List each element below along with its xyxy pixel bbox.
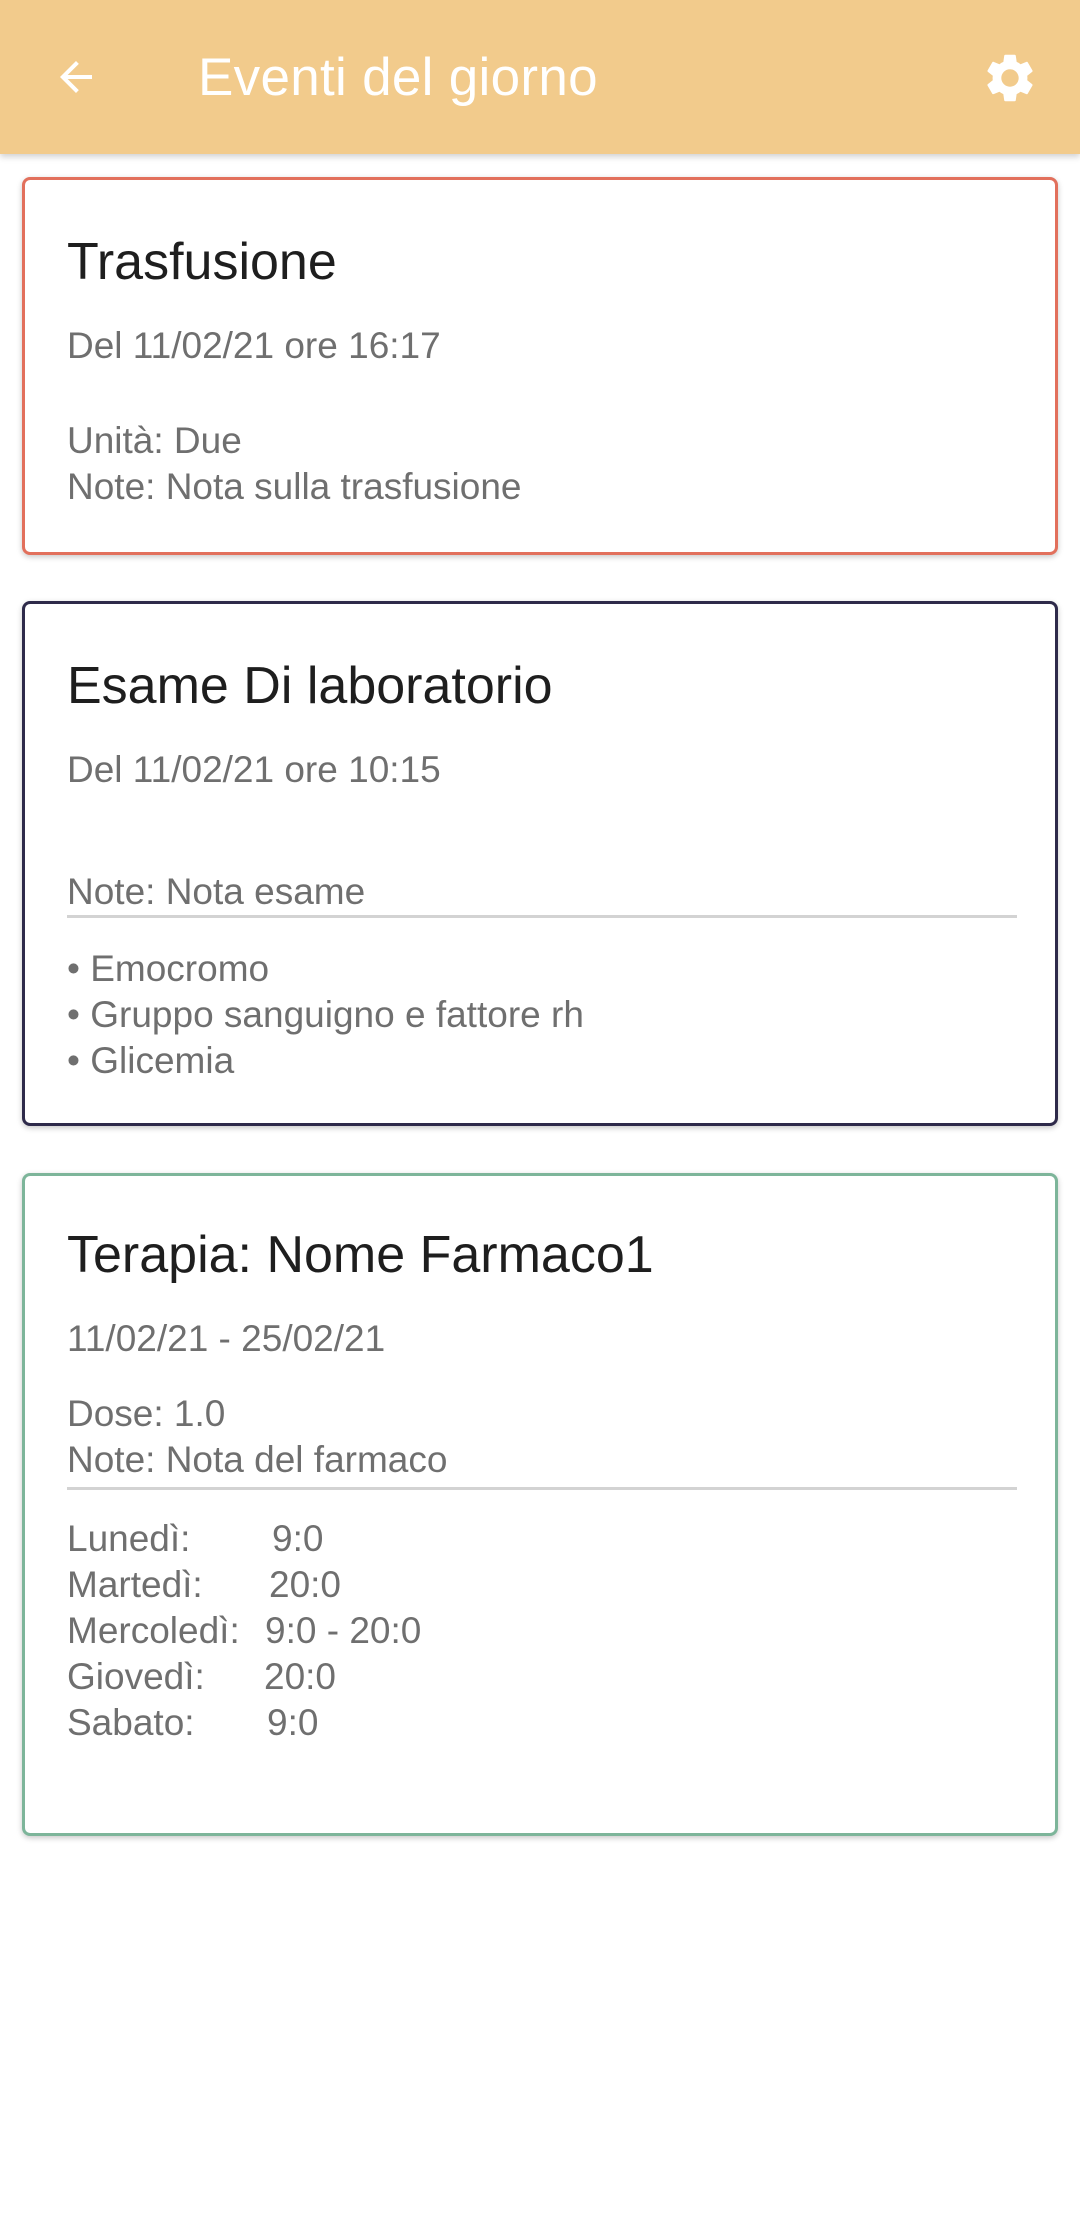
event-date: Del 11/02/21 ore 10:15 [67, 749, 441, 790]
arrow-back-icon [60, 61, 92, 93]
schedule-time: 20:0 [264, 1656, 337, 1697]
schedule-row: Giovedì: 20:0 [67, 1654, 967, 1700]
lab-exam-card[interactable]: Esame Di laboratorio Del 11/02/21 ore 10… [22, 601, 1058, 1126]
exam-note: Note: Nota esame [67, 871, 366, 912]
schedule-day: Mercoledì: [67, 1610, 240, 1651]
schedule-day: Giovedì: [67, 1656, 205, 1697]
back-button[interactable] [34, 35, 118, 119]
therapy-card[interactable]: Terapia: Nome Farmaco1 11/02/21 - 25/02/… [22, 1173, 1058, 1836]
gear-icon [987, 54, 1033, 102]
transfusion-units: Unità: Due [67, 420, 242, 461]
schedule-time: 9:0 - 20:0 [265, 1610, 422, 1651]
schedule-day: Lunedì: [67, 1518, 191, 1559]
exam-test-item: • Emocromo [67, 948, 270, 989]
event-date: Del 11/02/21 ore 16:17 [67, 325, 441, 366]
card-title: Terapia: Nome Farmaco1 [67, 1226, 654, 1284]
page-title: Eventi del giorno [198, 48, 598, 107]
divider [67, 1487, 1017, 1490]
exam-test-item: • Glicemia [67, 1040, 235, 1081]
card-title: Esame Di laboratorio [67, 657, 553, 715]
therapy-note: Note: Nota del farmaco [67, 1439, 448, 1480]
card-title: Trasfusione [67, 233, 337, 291]
transfusion-note: Note: Nota sulla trasfusione [67, 466, 522, 507]
therapy-dose: Dose: 1.0 [67, 1393, 226, 1434]
schedule-row: Mercoledì: 9:0 - 20:0 [67, 1608, 967, 1654]
transfusion-card[interactable]: Trasfusione Del 11/02/21 ore 16:17 Unità… [22, 177, 1058, 555]
schedule-day: Sabato: [67, 1702, 195, 1743]
therapy-period: 11/02/21 - 25/02/21 [67, 1318, 386, 1359]
app-bar: Eventi del giorno [0, 0, 1080, 154]
divider [67, 915, 1017, 918]
schedule-time: 9:0 [272, 1518, 324, 1559]
schedule-day: Martedì: [67, 1564, 203, 1605]
exam-test-item: • Gruppo sanguigno e fattore rh [67, 994, 584, 1035]
schedule-row: Martedì: 20:0 [67, 1562, 967, 1608]
settings-button[interactable] [968, 36, 1052, 120]
schedule-row: Sabato: 9:0 [67, 1700, 967, 1746]
schedule-row: Lunedì: 9:0 [67, 1516, 967, 1562]
schedule-time: 9:0 [267, 1702, 319, 1743]
schedule-time: 20:0 [269, 1564, 342, 1605]
